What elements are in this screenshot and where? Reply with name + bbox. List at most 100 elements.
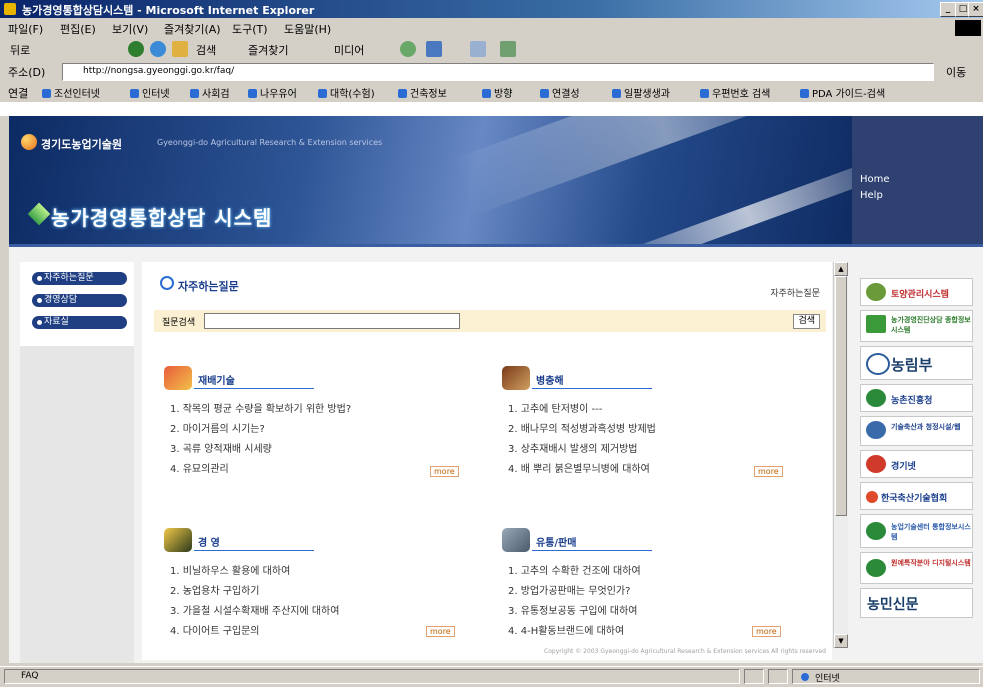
- org-logo-icon: [21, 134, 37, 150]
- category-underline: [194, 388, 314, 389]
- scrollbar-thumb[interactable]: [835, 276, 847, 516]
- link-8[interactable]: 연결성: [540, 85, 580, 100]
- search-button[interactable]: 검색: [196, 42, 216, 58]
- refresh-icon[interactable]: [150, 41, 166, 57]
- back-button[interactable]: 뒤로: [10, 42, 30, 58]
- status-message: FAQ: [4, 669, 740, 684]
- question-list: 1. 고추의 수확한 건조에 대하여 2. 방업가공판매는 무엇인가? 3. 유…: [508, 562, 641, 642]
- diamond-logo-icon: [27, 202, 51, 226]
- nav-faq[interactable]: 자주하는질문: [32, 272, 127, 285]
- vertical-scrollbar[interactable]: ▲ ▼: [833, 262, 848, 648]
- farm-logo-icon: [866, 315, 886, 333]
- windows-logo-icon: [955, 20, 981, 36]
- scroll-down-icon[interactable]: ▼: [834, 634, 848, 648]
- more-button[interactable]: more: [752, 626, 781, 637]
- nav-consulting[interactable]: 경영상담: [32, 294, 127, 307]
- category-title: 재배기술: [198, 376, 235, 387]
- banner-tech-center[interactable]: 기술축산과 청정시설/웹: [860, 416, 973, 446]
- more-button[interactable]: more: [430, 466, 459, 477]
- close-button[interactable]: ×: [968, 2, 983, 17]
- link-2[interactable]: 인터넷: [130, 85, 170, 100]
- address-input[interactable]: http://nongsa.gyeonggi.go.kr/faq/: [62, 63, 934, 81]
- link-9[interactable]: 일팔생생과: [612, 85, 670, 100]
- link-5[interactable]: 대학(수험): [318, 85, 375, 100]
- breadcrumb[interactable]: 자주하는질문: [770, 286, 820, 299]
- menu-edit[interactable]: 편집(E): [60, 21, 96, 37]
- question-item[interactable]: 2. 배나무의 적성병과흑성병 방제법: [508, 420, 656, 440]
- question-item[interactable]: 2. 마이거름의 시기는?: [170, 420, 351, 440]
- banner-farm-consulting[interactable]: 농가경영진단상담 종합정보시스템: [860, 310, 973, 342]
- banner-label: 한국축산기술협회: [881, 494, 948, 504]
- link-1[interactable]: 조선인터넷: [42, 85, 100, 100]
- print-icon[interactable]: [470, 41, 486, 57]
- question-item[interactable]: 4. 4-H활동브랜드에 대하여: [508, 622, 641, 642]
- home-icon[interactable]: [172, 41, 188, 57]
- question-item[interactable]: 3. 유통정보공동 구입에 대하여: [508, 602, 641, 622]
- history-icon[interactable]: [400, 41, 416, 57]
- link-7[interactable]: 방향: [482, 85, 512, 100]
- menu-view[interactable]: 보기(V): [112, 21, 148, 37]
- banner-rda[interactable]: 농촌진흥청: [860, 384, 973, 412]
- question-item[interactable]: 1. 작목의 평균 수량을 확보하기 위한 방법?: [170, 400, 351, 420]
- menu-file[interactable]: 파일(F): [8, 21, 43, 37]
- link-3[interactable]: 사회검: [190, 85, 230, 100]
- org-name[interactable]: 경기도농업기술원: [41, 136, 122, 152]
- question-item[interactable]: 3. 상추재배시 발생의 제거방법: [508, 440, 656, 460]
- question-item[interactable]: 1. 고추의 수확한 건조에 대하여: [508, 562, 641, 582]
- banner-label: 농림부: [891, 356, 933, 374]
- menu-help[interactable]: 도움말(H): [284, 21, 331, 37]
- media-button[interactable]: 미디어: [334, 42, 364, 58]
- menu-favorites[interactable]: 즐겨찾기(A): [164, 21, 221, 37]
- link-11[interactable]: PDA 가이드-검색: [800, 85, 885, 100]
- links-bar: 연결 조선인터넷 인터넷 사회검 나우유어 대학(수험) 건축정보 방향 연결성…: [0, 82, 983, 103]
- gyeonggi-logo-icon: [866, 455, 886, 473]
- banner-gyeonggi-net[interactable]: 경기넷: [860, 450, 973, 478]
- edit-icon[interactable]: [500, 41, 516, 57]
- link-10[interactable]: 우편번호 검색: [700, 85, 770, 100]
- help-link[interactable]: Help: [860, 190, 883, 201]
- banner-agri-center[interactable]: 농업기술센터 통합정보시스템: [860, 514, 973, 548]
- menu-tools[interactable]: 도구(T): [232, 21, 268, 37]
- question-item[interactable]: 1. 비닐하우스 활용에 대하여: [170, 562, 339, 582]
- more-button[interactable]: more: [426, 626, 455, 637]
- minimize-button[interactable]: _: [940, 2, 956, 17]
- ie-logo-icon: [4, 3, 16, 15]
- status-text: FAQ: [21, 671, 39, 681]
- address-url: http://nongsa.gyeonggi.go.kr/faq/: [83, 66, 235, 76]
- question-item[interactable]: 2. 방업가공판매는 무엇인가?: [508, 582, 641, 602]
- category-underline: [532, 388, 652, 389]
- question-item[interactable]: 3. 곡류 양적재배 시세량: [170, 440, 351, 460]
- left-column-filler: [20, 346, 134, 663]
- question-item[interactable]: 4. 유묘의관리: [170, 460, 351, 480]
- favorites-button[interactable]: 즐겨찾기: [248, 42, 288, 58]
- question-item[interactable]: 4. 다이어트 구입문의: [170, 622, 339, 642]
- banner-soil-system[interactable]: 토양관리시스템: [860, 278, 973, 306]
- scroll-up-icon[interactable]: ▲: [834, 262, 848, 276]
- question-item[interactable]: 4. 배 뿌리 붉은별무늬병에 대하여: [508, 460, 656, 480]
- question-item[interactable]: 2. 농업용차 구입하기: [170, 582, 339, 602]
- category-underline: [194, 550, 314, 551]
- stop-icon[interactable]: [128, 41, 144, 57]
- banner-label: 토양관리시스템: [891, 290, 949, 300]
- question-list: 1. 비닐하우스 활용에 대하여 2. 농업용차 구입하기 3. 가을철 시설수…: [170, 562, 339, 642]
- search-input[interactable]: [204, 313, 460, 329]
- banner-farmers-newspaper[interactable]: 농민신문: [860, 588, 973, 618]
- link-6[interactable]: 건축정보: [398, 85, 447, 100]
- status-bar: FAQ 인터넷: [0, 666, 983, 687]
- internet-zone-icon: [801, 673, 809, 681]
- more-button[interactable]: more: [754, 466, 783, 477]
- nav-archive[interactable]: 자료실: [32, 316, 127, 329]
- go-button[interactable]: 이동: [946, 64, 966, 80]
- banner-horticulture[interactable]: 원예특작분야 디지털시스템: [860, 552, 973, 584]
- window-title: 농가경영통합상담시스템 - Microsoft Internet Explore…: [22, 4, 315, 17]
- home-link[interactable]: Home: [860, 174, 890, 185]
- question-item[interactable]: 1. 고추에 탄저병이 ---: [508, 400, 656, 420]
- mail-icon[interactable]: [426, 41, 442, 57]
- search-submit-button[interactable]: 검색: [793, 314, 820, 329]
- banner-ministry[interactable]: 농림부: [860, 346, 973, 380]
- system-title: 농가경영통합상담 시스템: [51, 206, 273, 230]
- link-4[interactable]: 나우유어: [248, 85, 297, 100]
- header-banner: 경기도농업기술원 Gyeonggi-do Agricultural Resear…: [9, 116, 852, 244]
- question-item[interactable]: 3. 가을철 시설수확재배 주산지에 대하여: [170, 602, 339, 622]
- banner-livestock-assoc[interactable]: 한국축산기술협회: [860, 482, 973, 510]
